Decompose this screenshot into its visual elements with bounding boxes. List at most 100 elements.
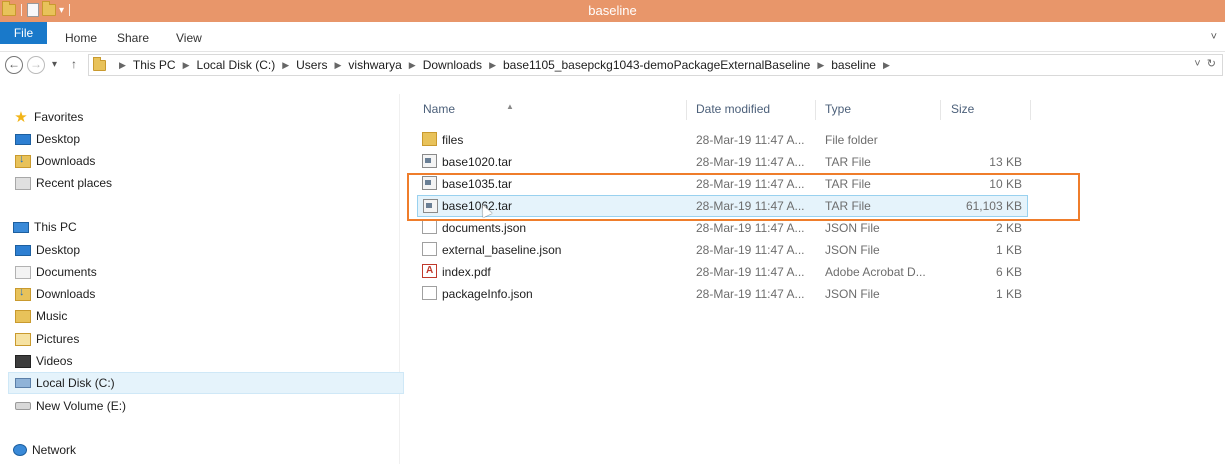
sidebar-item-favorites[interactable]: ★ Favorites	[13, 106, 83, 128]
sidebar-item-desktop[interactable]: Desktop	[15, 128, 80, 150]
tab-file[interactable]: File	[0, 22, 47, 44]
breadcrumb-chevron-icon[interactable]: ▶	[282, 60, 289, 71]
breadcrumb-chevron-icon[interactable]: ▶	[489, 60, 496, 71]
pdf-file-icon	[422, 264, 437, 278]
breadcrumb-this-pc[interactable]: This PC	[133, 58, 176, 72]
expand-ribbon-icon[interactable]: ˅	[1211, 31, 1217, 43]
breadcrumb-chevron-icon[interactable]: ▶	[334, 60, 341, 71]
column-divider[interactable]	[1030, 100, 1031, 120]
column-header-label: Name	[423, 102, 456, 116]
file-row[interactable]: files 28-Mar-19 11:47 A... File folder	[417, 129, 1028, 151]
sidebar-item-label: Documents	[36, 265, 97, 279]
sidebar-item-new-volume[interactable]: New Volume (E:)	[15, 395, 126, 417]
tab-share[interactable]: Share	[117, 31, 149, 45]
column-divider[interactable]	[940, 100, 941, 120]
file-row[interactable]: packageInfo.json 28-Mar-19 11:47 A... JS…	[417, 283, 1028, 305]
json-file-icon	[422, 242, 437, 256]
file-row-selected[interactable]: base1062.tar 28-Mar-19 11:47 A... TAR Fi…	[417, 195, 1028, 217]
file-date: 28-Mar-19 11:47 A...	[696, 243, 805, 257]
sidebar-item-pc-desktop[interactable]: Desktop	[15, 239, 80, 261]
tar-file-icon	[423, 199, 438, 213]
tar-file-icon	[422, 176, 437, 190]
file-row[interactable]: external_baseline.json 28-Mar-19 11:47 A…	[417, 239, 1028, 261]
tar-file-icon	[422, 154, 437, 168]
file-size: 10 KB	[989, 177, 1022, 191]
file-name: base1062.tar	[442, 199, 513, 213]
title-bar: ▾ baseline	[0, 0, 1225, 22]
sidebar-item-this-pc[interactable]: This PC	[13, 216, 77, 238]
sidebar-item-downloads[interactable]: Downloads	[15, 150, 95, 172]
file-row[interactable]: base1035.tar 28-Mar-19 11:47 A... TAR Fi…	[417, 173, 1028, 195]
file-size: 6 KB	[995, 265, 1022, 279]
sidebar-item-videos[interactable]: Videos	[15, 350, 72, 372]
column-header-type[interactable]: Type	[825, 102, 851, 116]
navigation-pane: ★ Favorites Desktop Downloads Recent pla…	[0, 94, 404, 464]
tab-home[interactable]: Home	[65, 31, 97, 45]
address-bar[interactable]: ▶ This PC ▶ Local Disk (C:) ▶ Users ▶ vi…	[88, 54, 1223, 76]
sidebar-item-label: Downloads	[36, 154, 96, 168]
address-dropdown-refresh-icons[interactable]: ˅ ↻	[1194, 57, 1216, 70]
sidebar-item-label: Videos	[36, 354, 73, 368]
breadcrumb-chevron-icon[interactable]: ▶	[119, 60, 126, 71]
forward-button[interactable]: →	[27, 56, 45, 74]
back-button[interactable]: ←	[5, 56, 23, 74]
file-name: packageInfo.json	[442, 287, 533, 301]
json-file-icon	[422, 220, 437, 234]
computer-icon	[13, 221, 29, 233]
column-divider[interactable]	[686, 100, 687, 120]
sidebar-item-recent-places[interactable]: Recent places	[15, 172, 112, 194]
breadcrumb-local-disk[interactable]: Local Disk (C:)	[197, 58, 276, 72]
drive-icon	[15, 402, 31, 410]
column-header-name[interactable]: Name ▲	[423, 102, 514, 116]
column-divider[interactable]	[815, 100, 816, 120]
file-name: base1035.tar	[442, 177, 513, 191]
ribbon-tabs: File Home Share View ˅	[0, 22, 1225, 52]
breadcrumb-chevron-icon[interactable]: ▶	[883, 60, 890, 71]
music-icon	[15, 309, 31, 323]
sidebar-item-label: Downloads	[36, 287, 96, 301]
file-name: base1020.tar	[442, 155, 513, 169]
file-date: 28-Mar-19 11:47 A...	[696, 155, 805, 169]
breadcrumb-baseline[interactable]: baseline	[831, 58, 876, 72]
sidebar-item-pictures[interactable]: Pictures	[15, 328, 79, 350]
breadcrumb-chevron-icon[interactable]: ▶	[409, 60, 416, 71]
desktop-icon	[15, 244, 31, 256]
file-size: 2 KB	[995, 221, 1022, 235]
breadcrumb-chevron-icon[interactable]: ▶	[817, 60, 824, 71]
file-type: File folder	[825, 133, 878, 147]
json-file-icon	[422, 286, 437, 300]
file-size: 13 KB	[989, 155, 1022, 169]
file-row[interactable]: index.pdf 28-Mar-19 11:47 A... Adobe Acr…	[417, 261, 1028, 283]
pictures-icon	[15, 332, 31, 346]
folder-icon	[422, 132, 437, 146]
sidebar-item-label: Music	[36, 309, 68, 323]
up-arrow-icon[interactable]: ↑	[71, 57, 77, 71]
breadcrumb-users[interactable]: Users	[296, 58, 327, 72]
file-type: Adobe Acrobat D...	[825, 265, 926, 279]
file-date: 28-Mar-19 11:47 A...	[696, 287, 805, 301]
file-date: 28-Mar-19 11:47 A...	[696, 265, 805, 279]
column-header-date[interactable]: Date modified	[696, 102, 770, 116]
sidebar-item-pc-downloads[interactable]: Downloads	[15, 283, 95, 305]
tab-view[interactable]: View	[176, 31, 202, 45]
file-row[interactable]: base1020.tar 28-Mar-19 11:47 A... TAR Fi…	[417, 151, 1028, 173]
star-icon: ★	[14, 108, 28, 126]
file-name: index.pdf	[442, 265, 491, 279]
breadcrumb-user[interactable]: vishwarya	[348, 58, 401, 72]
downloads-icon	[15, 153, 31, 168]
breadcrumb-downloads[interactable]: Downloads	[423, 58, 482, 72]
folder-icon	[93, 56, 106, 71]
sidebar-item-documents[interactable]: Documents	[15, 261, 97, 283]
breadcrumb-chevron-icon[interactable]: ▶	[183, 60, 190, 71]
file-row[interactable]: documents.json 28-Mar-19 11:47 A... JSON…	[417, 217, 1028, 239]
sidebar-item-network[interactable]: Network	[13, 439, 76, 461]
file-type: TAR File	[825, 155, 871, 169]
file-type: JSON File	[825, 287, 880, 301]
file-type: JSON File	[825, 221, 880, 235]
column-header-size[interactable]: Size	[951, 102, 974, 116]
network-icon	[13, 444, 27, 456]
sidebar-item-local-disk[interactable]: Local Disk (C:)	[8, 372, 404, 394]
sidebar-item-music[interactable]: Music	[15, 305, 67, 327]
recent-locations-icon[interactable]: ▾	[52, 59, 57, 70]
breadcrumb-package[interactable]: base1105_basepckg1043-demoPackageExterna…	[503, 58, 810, 72]
